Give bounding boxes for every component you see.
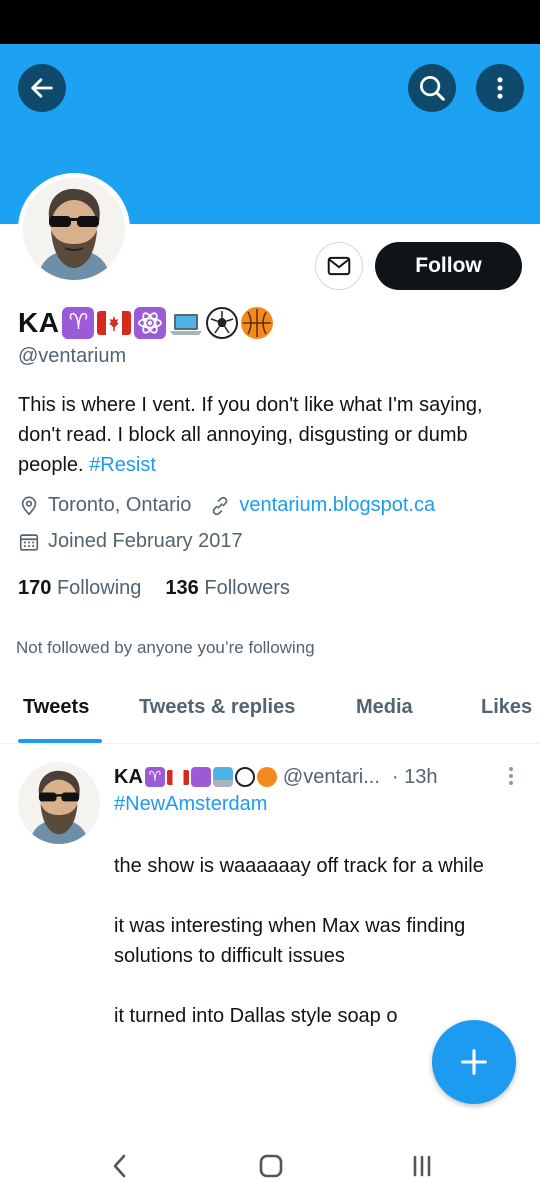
tweet-header: KA ♈ @ventari... · 13h: [114, 762, 438, 792]
follow-counts: 170 Following 136 Followers: [18, 577, 290, 600]
tweet-author-name[interactable]: KA: [114, 766, 143, 789]
follow-button[interactable]: Follow: [375, 242, 522, 290]
following-count: 170: [18, 577, 52, 599]
profile-location: Toronto, Ontario: [48, 494, 192, 516]
profile-joined-date: Joined February 2017: [48, 530, 243, 552]
tab-likes[interactable]: Likes: [481, 696, 532, 719]
following-count-link[interactable]: 170 Following: [18, 577, 141, 600]
aries-emoji-icon: ♈: [62, 307, 95, 339]
arrow-left-icon: [31, 78, 53, 98]
status-bar: [0, 0, 540, 44]
system-navigation-bar: [0, 1130, 540, 1200]
back-button[interactable]: [18, 64, 66, 112]
avatar-image: [23, 178, 125, 280]
mail-icon: [327, 256, 351, 276]
compose-tweet-button[interactable]: [432, 1020, 516, 1104]
link-icon: [213, 496, 228, 515]
basketball-emoji-icon: [241, 307, 274, 339]
profile-handle: @ventarium: [18, 345, 127, 367]
not-followed-note: Not followed by anyone you’re following: [16, 638, 315, 657]
tab-media[interactable]: Media: [356, 696, 413, 719]
tweet-paragraph: the show is waaaaaay off track for a whi…: [114, 855, 484, 877]
bio-hashtag-link[interactable]: #Resist: [89, 454, 156, 476]
calendar-icon: [19, 533, 39, 551]
search-icon: [420, 76, 445, 101]
tweet-author-avatar[interactable]: [18, 762, 100, 844]
tab-tweets[interactable]: Tweets: [23, 696, 89, 719]
location-pin-icon: [21, 495, 37, 515]
message-button[interactable]: [315, 242, 363, 290]
chevron-left-icon: [113, 1154, 126, 1178]
search-button[interactable]: [408, 64, 456, 112]
aries-emoji-icon: ♈: [144, 767, 165, 787]
profile-bio: This is where I vent. If you don't like …: [18, 390, 522, 480]
profile-tabs: Tweets Tweets & replies Media Likes: [0, 680, 540, 744]
canada-flag-emoji-icon: [166, 769, 189, 785]
tweet-paragraph: it was interesting when Max was finding …: [114, 915, 466, 967]
bio-text: This is where I vent. If you don't like …: [18, 394, 483, 476]
home-square-icon: [259, 1154, 283, 1178]
more-vertical-icon: [509, 767, 513, 785]
active-tab-indicator: [18, 739, 102, 743]
profile-meta-row: Toronto, Ontario ventarium.blogspot.ca: [18, 494, 435, 517]
more-vertical-icon: [497, 77, 503, 99]
followers-count-link[interactable]: 136 Followers: [165, 577, 290, 600]
following-label: Following: [56, 577, 142, 599]
basketball-emoji-icon: [256, 767, 277, 787]
profile-website-link[interactable]: ventarium.blogspot.ca: [239, 494, 435, 517]
tweet-author-handle: @ventari...: [282, 765, 380, 788]
laptop-emoji-icon: [169, 307, 203, 339]
followers-count: 136: [165, 577, 199, 599]
display-name-row: KA ♈: [18, 303, 274, 343]
soccer-ball-emoji-icon: [234, 767, 255, 787]
profile-avatar[interactable]: [18, 173, 130, 285]
more-options-button[interactable]: [476, 64, 524, 112]
plus-icon: [461, 1049, 487, 1075]
canada-flag-emoji-icon: [97, 311, 132, 335]
nav-home-button[interactable]: [251, 1150, 291, 1182]
tweet-more-button[interactable]: [504, 766, 518, 793]
tweet-hashtag-link[interactable]: #NewAmsterdam: [114, 793, 267, 816]
laptop-emoji-icon: [212, 767, 233, 787]
atom-emoji-icon: [134, 307, 167, 339]
nav-back-button[interactable]: [100, 1150, 140, 1182]
display-name: KA: [18, 307, 60, 338]
atom-emoji-icon: [190, 767, 211, 787]
followers-label: Followers: [204, 577, 290, 599]
recents-icon: [413, 1155, 431, 1177]
nav-recents-button[interactable]: [402, 1150, 442, 1182]
profile-joined-row: Joined February 2017: [18, 530, 243, 553]
soccer-ball-emoji-icon: [206, 307, 239, 339]
tweet-timestamp[interactable]: · 13h: [392, 766, 438, 789]
tab-tweets-and-replies[interactable]: Tweets & replies: [139, 696, 295, 719]
